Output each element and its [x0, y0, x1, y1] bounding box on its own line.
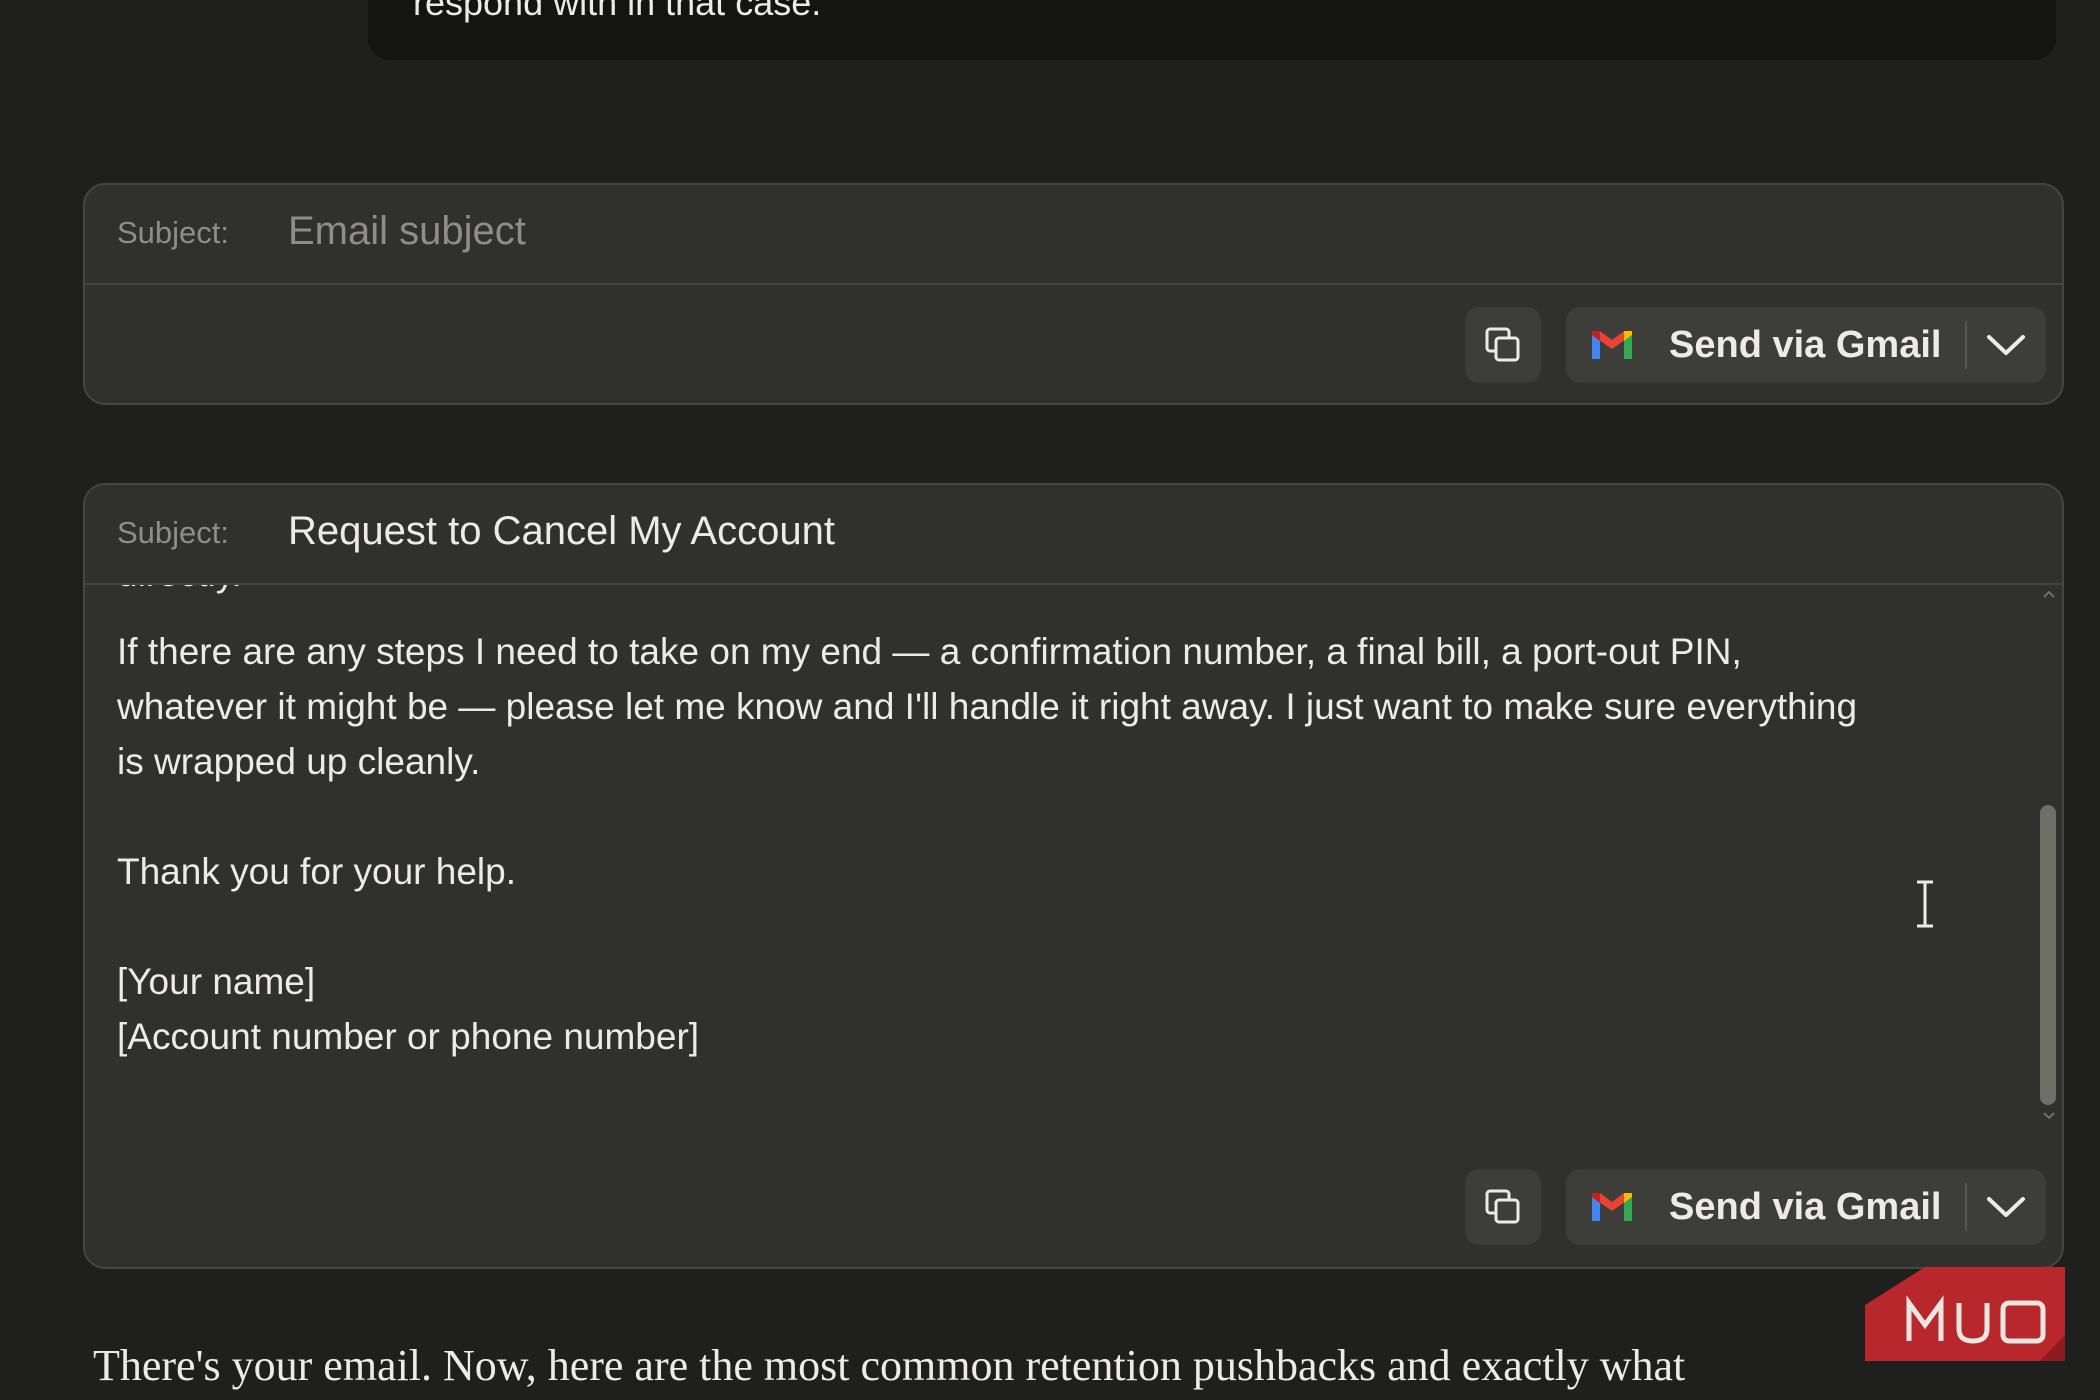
scrollbar-thumb[interactable] — [2040, 805, 2056, 1105]
subject-label: Subject: — [117, 515, 230, 550]
chevron-down-icon[interactable] — [1985, 329, 2027, 361]
body-line: is wrapped up cleanly. — [117, 741, 481, 782]
copy-icon — [1485, 1189, 1520, 1224]
scroll-down-icon[interactable] — [2042, 1111, 2056, 1121]
subject-label: Subject: — [117, 215, 230, 250]
body-line: [Account number or phone number] — [117, 1016, 700, 1057]
send-via-gmail-group: Send via Gmail — [1566, 307, 2046, 383]
assistant-response-text: There's your email. Now, here are the mo… — [93, 1341, 1686, 1390]
previous-message-text: respond with in that case. — [413, 0, 822, 23]
gmail-icon — [1592, 1193, 1632, 1221]
body-line: [Your name] — [117, 961, 316, 1002]
email-draft-card-empty: Subject: Email subject Send via Gmail — [83, 183, 2064, 405]
copy-icon — [1485, 327, 1520, 362]
scroll-up-icon[interactable] — [2042, 589, 2056, 599]
subject-input[interactable]: Request to Cancel My Account — [288, 509, 835, 554]
body-line: whatever it might be — please let me kno… — [117, 686, 1858, 727]
email-draft-card: Subject: Request to Cancel My Account di… — [83, 483, 2064, 1269]
body-line: If there are any steps I need to take on… — [117, 631, 1742, 672]
send-via-gmail-button[interactable]: Send via Gmail — [1669, 324, 1941, 367]
send-via-gmail-group: Send via Gmail — [1566, 1169, 2046, 1245]
divider — [1965, 1183, 1967, 1231]
gmail-icon — [1592, 331, 1632, 359]
text-cursor-icon — [1917, 880, 1933, 928]
divider — [1965, 321, 1967, 369]
copy-button[interactable] — [1465, 307, 1541, 383]
send-via-gmail-button[interactable]: Send via Gmail — [1669, 1186, 1941, 1229]
subject-row: Subject: Request to Cancel My Account — [85, 485, 2062, 585]
muo-watermark-logo — [1865, 1267, 2065, 1361]
copy-button[interactable] — [1465, 1169, 1541, 1245]
scrollbar[interactable] — [2036, 585, 2062, 1125]
chevron-down-icon[interactable] — [1985, 1191, 2027, 1223]
subject-input[interactable]: Email subject — [288, 209, 526, 254]
subject-row: Subject: Email subject — [85, 185, 2062, 285]
previous-message-bubble: respond with in that case. — [368, 0, 2056, 60]
body-line: directly. — [117, 585, 242, 595]
body-line: Thank you for your help. — [117, 851, 516, 892]
email-body[interactable]: directly. If there are any steps I need … — [85, 585, 2062, 1145]
